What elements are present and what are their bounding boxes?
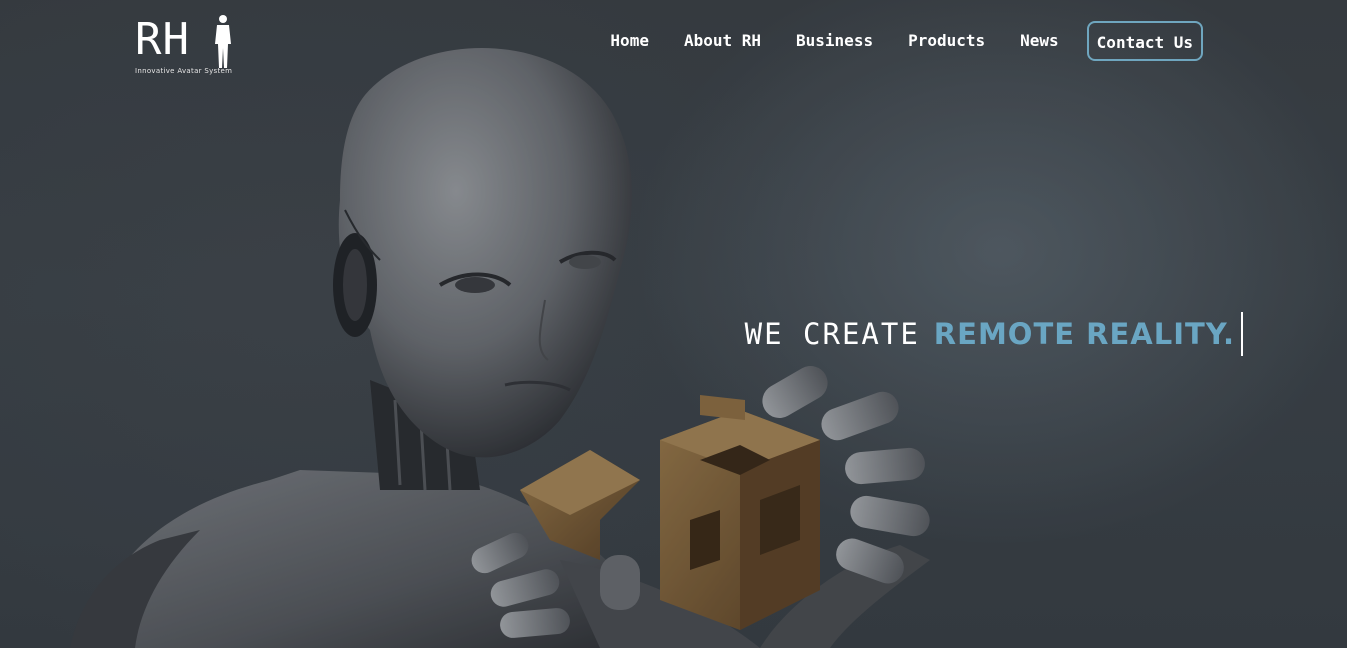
brand-logo[interactable]: RH Innovative Avatar System: [135, 14, 235, 76]
logo-tagline: Innovative Avatar System: [135, 67, 233, 75]
main-nav: Home About RH Business Products News Con…: [610, 21, 1203, 61]
nav-item-business[interactable]: Business: [796, 23, 873, 59]
hero-headline: WE CREATE REMOTE REALITY.: [745, 312, 1243, 356]
headline-white-text: WE CREATE: [744, 317, 920, 351]
humanoid-figure-icon: [215, 15, 231, 68]
hero-section: RH Innovative Avatar System Home About R…: [0, 0, 1347, 648]
contact-us-button[interactable]: Contact Us: [1086, 21, 1203, 61]
typing-cursor: [1241, 312, 1243, 356]
headline-accent-text: REMOTE REALITY.: [933, 317, 1235, 351]
nav-item-news[interactable]: News: [1020, 23, 1059, 59]
nav-item-home[interactable]: Home: [610, 23, 649, 59]
logo-wordmark: RH: [135, 14, 190, 65]
nav-item-products[interactable]: Products: [908, 23, 985, 59]
nav-item-about-rh[interactable]: About RH: [684, 23, 761, 59]
